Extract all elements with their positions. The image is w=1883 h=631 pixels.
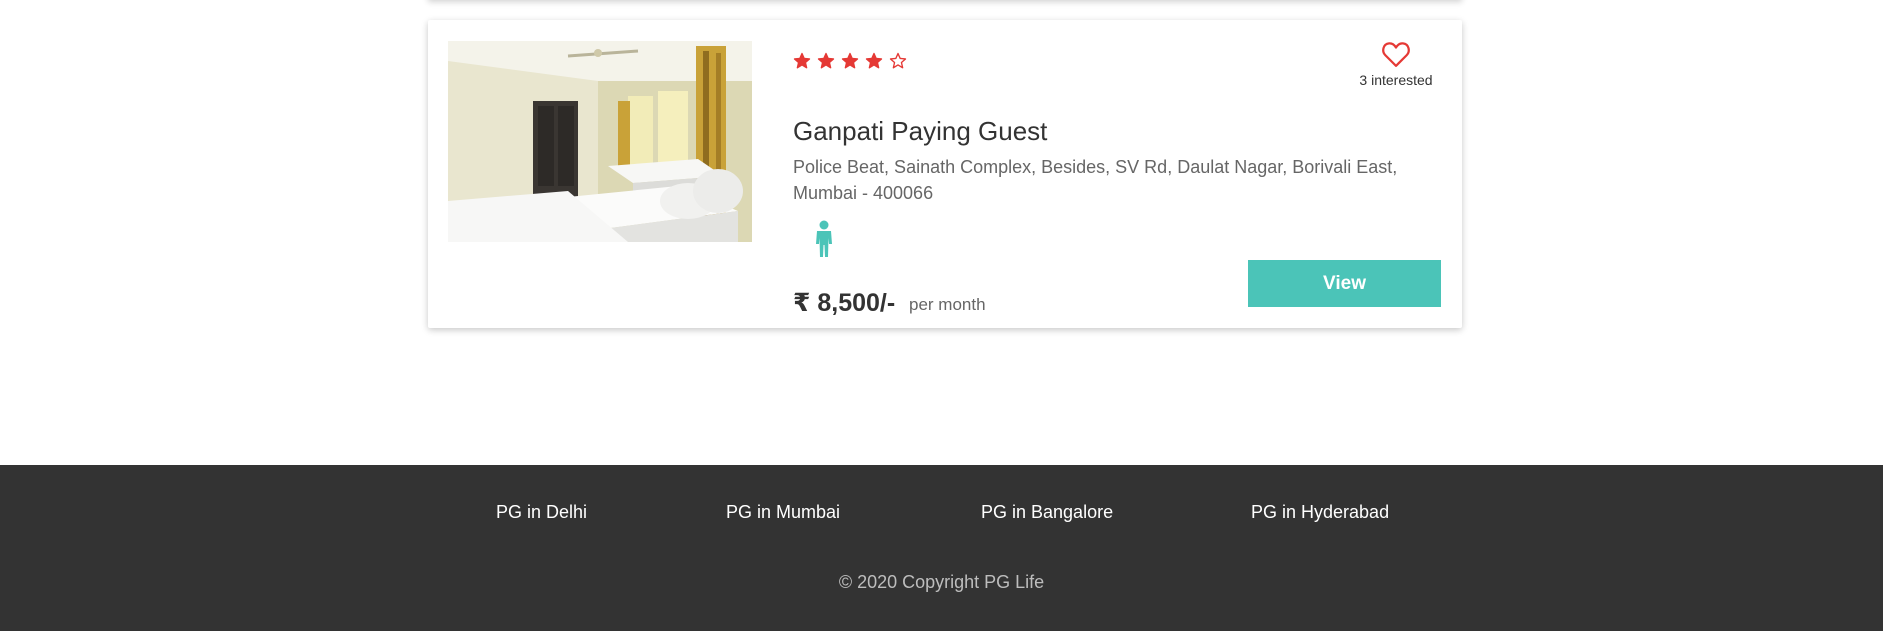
- footer-links: PG in Delhi PG in Mumbai PG in Bangalore…: [0, 465, 1883, 631]
- footer-link-mumbai[interactable]: PG in Mumbai: [726, 502, 840, 523]
- property-name[interactable]: Ganpati Paying Guest: [793, 116, 1047, 147]
- price-unit: per month: [909, 295, 986, 314]
- price: ₹ 8,500/-: [793, 289, 896, 317]
- star-filled-icon: [865, 52, 883, 69]
- star-filled-icon: [817, 52, 835, 69]
- footer-link-delhi[interactable]: PG in Delhi: [496, 502, 587, 523]
- property-photo[interactable]: [448, 41, 752, 242]
- rating-stars: [793, 52, 907, 70]
- star-outline-icon: [889, 52, 907, 69]
- footer: PG in Delhi PG in Mumbai PG in Bangalore…: [0, 465, 1883, 631]
- property-address: Police Beat, Sainath Complex, Besides, S…: [793, 157, 1398, 203]
- pg-listing-card: 3 interested Ganpati Paying Guest Police…: [428, 20, 1462, 328]
- favorite-section: 3 interested: [1351, 40, 1441, 88]
- footer-link-hyderabad[interactable]: PG in Hyderabad: [1251, 502, 1389, 523]
- heart-outline-icon[interactable]: [1381, 40, 1411, 68]
- view-button[interactable]: View: [1248, 260, 1441, 307]
- footer-link-bangalore[interactable]: PG in Bangalore: [981, 502, 1113, 523]
- star-filled-icon: [793, 52, 811, 69]
- star-filled-icon: [841, 52, 859, 69]
- interested-count: 3 interested: [1359, 72, 1433, 88]
- copyright-text: © 2020 Copyright PG Life: [838, 572, 1045, 592]
- male-icon: [816, 220, 832, 257]
